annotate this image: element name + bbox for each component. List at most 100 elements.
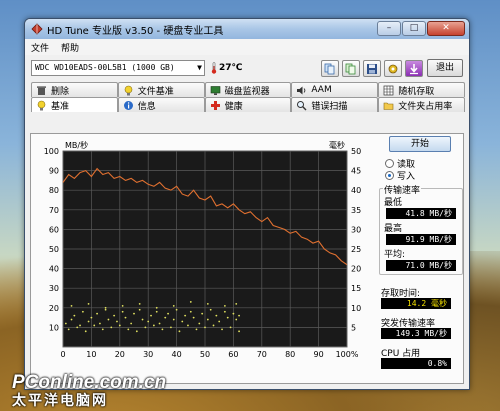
access-time-point	[192, 316, 195, 319]
burst-rate-value: 149.3 MB/秒	[381, 328, 451, 339]
tab-label: AAM	[311, 85, 332, 95]
maximize-button[interactable]: □	[402, 21, 426, 36]
radio-dot	[385, 159, 394, 168]
tab-erase[interactable]: 删除	[31, 82, 118, 97]
access-time-point	[127, 328, 130, 331]
tab-error-scan[interactable]: 错误扫描	[291, 97, 379, 112]
access-time-point	[189, 301, 192, 303]
menu-help[interactable]: 帮助	[61, 41, 79, 54]
start-button[interactable]: 开始	[389, 136, 451, 152]
access-time-point	[110, 326, 113, 329]
access-time-point	[79, 324, 81, 327]
close-button[interactable]: ✕	[427, 21, 465, 36]
access-time-point	[175, 308, 178, 311]
temperature-display: 27℃	[211, 62, 242, 74]
access-time-point	[150, 314, 152, 317]
copy-text-button[interactable]	[342, 60, 360, 77]
access-time-point	[141, 318, 144, 321]
site-watermark: PConline.com.cn 太平洋电脑网	[12, 372, 166, 410]
access-time-point	[133, 312, 135, 315]
x-tick-label: 80	[285, 350, 295, 359]
y-right-tick-label: 45	[351, 167, 361, 176]
access-time-point	[124, 316, 127, 319]
folder-icon	[383, 102, 394, 110]
benchmark-chart: 10 520 1030 1540 2050 2560 3070 3580 4090 45100 50…	[44, 140, 361, 359]
y-left-tick-label: 60	[49, 225, 59, 234]
y-right-unit-label: 毫秒	[329, 140, 345, 150]
tab-health[interactable]: 健康	[204, 97, 292, 112]
options-button[interactable]	[384, 60, 402, 77]
x-tick-label: 100%	[336, 350, 359, 359]
access-time-point	[172, 318, 175, 321]
temperature-value: 27℃	[219, 63, 243, 73]
tab-label: 磁盘监视器	[224, 86, 270, 97]
access-time-point	[209, 308, 212, 311]
access-time-point	[121, 304, 124, 307]
write-label: 写入	[397, 172, 416, 182]
access-time-point	[135, 330, 138, 333]
access-time-point	[235, 302, 238, 305]
access-time-point	[93, 324, 96, 327]
minimize-button[interactable]: –	[377, 21, 401, 36]
y-left-tick-label: 100	[44, 147, 59, 156]
max-label: 最高	[384, 224, 403, 234]
menu-file[interactable]: 文件	[31, 41, 49, 54]
tab-benchmark[interactable]: 基准	[31, 97, 118, 112]
grid-icon	[383, 85, 394, 95]
y-left-unit-label: MB/秒	[65, 140, 88, 150]
access-time-point	[138, 308, 141, 311]
access-time-point	[164, 316, 167, 319]
y-left-tick-label: 30	[49, 284, 59, 293]
copy-button[interactable]	[321, 60, 339, 77]
x-tick-label: 50	[200, 350, 210, 359]
drive-select[interactable]: WDC WD10EADS-00L5B1 (1000 GB) ▼	[31, 60, 205, 76]
tab-info[interactable]: 信息	[117, 97, 205, 112]
access-time-point	[198, 322, 201, 325]
tab-aam[interactable]: AAM	[291, 82, 379, 97]
window-title: HD Tune 专业版 v3.50 - 硬盘专业工具	[47, 25, 224, 37]
menu-bar: 文件 帮助	[25, 39, 469, 55]
min-label: 最低	[384, 198, 403, 208]
access-time-point	[238, 330, 240, 333]
access-time-point	[221, 328, 223, 331]
y-left-tick-label: 70	[49, 206, 59, 215]
avg-label: 平均:	[384, 250, 406, 260]
access-time-point	[235, 318, 238, 321]
trash-icon	[37, 86, 46, 95]
app-logo-icon	[31, 23, 43, 35]
tab-row-back: 删除 文件基准 磁盘监视器 AAM 随机存取	[31, 82, 465, 97]
avg-value: 71.0 MB/秒	[386, 260, 456, 271]
access-time-point	[107, 318, 110, 321]
download-icon	[410, 63, 418, 74]
copy-icon	[324, 63, 335, 74]
access-time-point	[104, 306, 107, 309]
access-time-point	[96, 312, 98, 315]
tab-folder-usage[interactable]: 文件夹占用率	[378, 97, 465, 112]
exit-button[interactable]: 退出	[427, 59, 463, 77]
download-button[interactable]	[405, 60, 423, 77]
access-time-point	[181, 320, 184, 323]
access-time-point	[70, 304, 73, 307]
drive-select-value: WDC WD10EADS-00L5B1 (1000 GB)	[35, 63, 175, 72]
access-time-point	[206, 302, 209, 305]
access-time-point	[152, 324, 155, 327]
tab-disk-monitor[interactable]: 磁盘监视器	[204, 82, 292, 97]
tab-random-access[interactable]: 随机存取	[378, 82, 465, 97]
cpu-usage-value: 0.8%	[381, 358, 451, 369]
access-time-point	[155, 310, 158, 313]
access-time-point	[104, 308, 107, 311]
write-radio[interactable]: 写入	[385, 169, 415, 182]
info-icon	[123, 100, 133, 110]
tab-row-front: 基准 信息 健康 错误扫描 文件夹占用率	[31, 97, 465, 112]
tab-file-benchmark[interactable]: 文件基准	[117, 82, 205, 97]
results-sidebar: 开始 读取 写入 传输速率 最低 41.8 MB/秒 最高 91.9 MB/秒 …	[375, 136, 465, 382]
y-right-tick-label: 10	[351, 304, 361, 313]
access-time-point	[64, 322, 67, 325]
x-tick-label: 40	[172, 350, 182, 359]
access-time-point	[172, 304, 175, 307]
save-button[interactable]	[363, 60, 381, 77]
title-bar[interactable]: HD Tune 专业版 v3.50 - 硬盘专业工具 – □ ✕	[25, 19, 469, 39]
speaker-icon	[297, 86, 306, 94]
access-time-point	[84, 330, 87, 333]
monitor-icon	[210, 85, 220, 95]
